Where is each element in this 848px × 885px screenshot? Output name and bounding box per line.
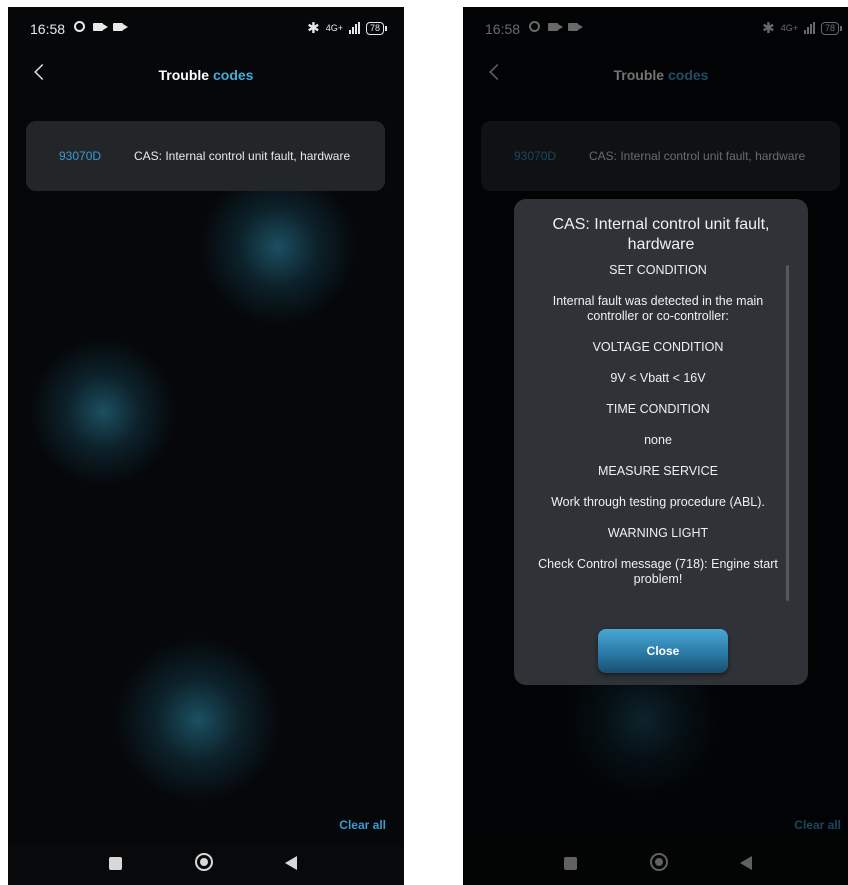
video-camera-icon bbox=[93, 22, 108, 31]
video-camera-icon bbox=[113, 22, 128, 31]
dialog-line: VOLTAGE CONDITION bbox=[592, 340, 724, 354]
trouble-code-description: CAS: Internal control unit fault, hardwa… bbox=[134, 149, 351, 163]
dialog-line: Internal fault was detected in the main … bbox=[552, 294, 764, 323]
dialog-line: Check Control message (718): Engine star… bbox=[538, 557, 778, 586]
status-time: 16:58 bbox=[30, 21, 66, 37]
page-title-main: Trouble bbox=[158, 67, 210, 83]
code-details-dialog: CAS: Internal control unit fault, hardwa… bbox=[514, 199, 808, 685]
close-button[interactable]: Close bbox=[598, 629, 728, 673]
dialog-line: 9V < Vbatt < 16V bbox=[610, 371, 706, 385]
background-glow bbox=[113, 635, 283, 805]
dialog-title: CAS: Internal control unit fault, hardwa… bbox=[552, 216, 770, 253]
battery-icon: 78 bbox=[365, 21, 388, 35]
dialog-line: WARNING LIGHT bbox=[607, 526, 709, 540]
dialog-line: SET CONDITION bbox=[609, 263, 707, 277]
dialog-scrollbar[interactable] bbox=[786, 265, 789, 601]
clear-all-button[interactable]: Clear all bbox=[339, 818, 386, 832]
header: Trouble codes bbox=[8, 59, 404, 99]
page-title: Trouble codes bbox=[8, 67, 404, 83]
navigation-bar bbox=[8, 843, 404, 885]
dialog-line: Work through testing procedure (ABL). bbox=[551, 495, 765, 509]
dialog-line: TIME CONDITION bbox=[606, 402, 710, 416]
page-title-accent: codes bbox=[212, 67, 254, 83]
dialog-line: MEASURE SERVICE bbox=[598, 464, 718, 478]
phone-screen-trouble-codes: 16:58 ✱ 4G+ 78 Trouble codes 93070D CAS:… bbox=[8, 7, 404, 885]
status-notification-icons bbox=[74, 21, 128, 32]
alarm-icon bbox=[74, 21, 85, 32]
bluetooth-icon: ✱ bbox=[307, 20, 320, 37]
background-glow bbox=[198, 167, 358, 327]
dialog-content[interactable]: SET CONDITION Internal fault was detecte… bbox=[532, 263, 784, 603]
status-system-icons: ✱ 4G+ 78 bbox=[307, 19, 388, 37]
signal-icon bbox=[348, 22, 360, 34]
background-glow bbox=[28, 337, 178, 487]
network-type: 4G+ bbox=[325, 23, 343, 33]
phone-screen-code-details: 16:58 ✱ 4G+ 78 Trouble codes 93070D CAS:… bbox=[463, 7, 848, 885]
trouble-code-id: 93070D bbox=[59, 149, 102, 163]
dialog-line: none bbox=[644, 433, 672, 447]
home-icon[interactable] bbox=[195, 853, 213, 871]
trouble-code-item[interactable]: 93070D CAS: Internal control unit fault,… bbox=[26, 121, 385, 191]
recent-apps-icon[interactable] bbox=[109, 857, 122, 870]
status-bar: 16:58 ✱ 4G+ 78 bbox=[8, 7, 404, 47]
back-triangle-icon[interactable] bbox=[285, 856, 297, 870]
